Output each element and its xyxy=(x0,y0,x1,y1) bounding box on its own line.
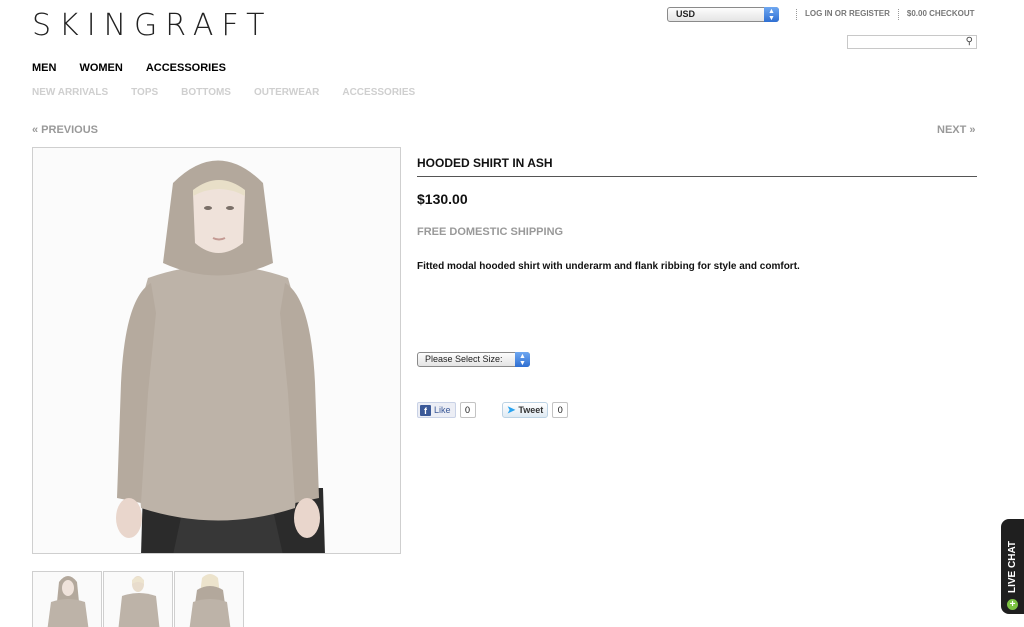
product-thumbnail[interactable] xyxy=(103,571,173,627)
like-label: Like xyxy=(434,405,451,415)
divider xyxy=(796,9,797,20)
currency-value: USD xyxy=(676,9,696,19)
twitter-bird-icon: ➤ xyxy=(507,404,516,416)
subnav-bottoms[interactable]: BOTTOMS xyxy=(181,87,231,98)
previous-product-link[interactable]: « PREVIOUS xyxy=(32,124,98,136)
live-chat-label: LIVE CHAT xyxy=(1007,540,1018,593)
currency-select[interactable]: USD ▲ ▼ xyxy=(667,7,779,22)
product-main-image[interactable] xyxy=(32,147,401,554)
divider xyxy=(897,9,899,20)
tweet-label: Tweet xyxy=(518,405,544,415)
next-product-link[interactable]: NEXT » xyxy=(937,124,976,136)
product-price: $130.00 xyxy=(417,191,468,207)
model-photo xyxy=(33,148,400,553)
facebook-like-button[interactable]: f Like xyxy=(417,402,456,418)
facebook-icon: f xyxy=(420,404,431,416)
subnav-new-arrivals[interactable]: NEW ARRIVALS xyxy=(32,87,108,98)
live-chat-tab[interactable]: LIVE CHAT + xyxy=(1001,519,1024,614)
nav-men[interactable]: MEN xyxy=(32,62,56,74)
product-thumbnail[interactable] xyxy=(174,571,244,627)
subnav-outerwear[interactable]: OUTERWEAR xyxy=(254,87,319,98)
thumbnail-photo xyxy=(47,576,89,627)
search-input[interactable]: ⚲ xyxy=(847,35,977,49)
nav-women[interactable]: WOMEN xyxy=(79,62,122,74)
account-links: LOG IN OR REGISTER $0.00 CHECKOUT xyxy=(788,9,974,20)
plus-icon: + xyxy=(1007,599,1018,610)
site-logo[interactable]: SKINGRAFT xyxy=(32,8,272,43)
facebook-like-widget: f Like 0 xyxy=(417,402,476,418)
size-select[interactable]: Please Select Size: ▲ ▼ xyxy=(417,352,530,367)
thumbnail-photo xyxy=(189,574,231,627)
nav-accessories[interactable]: ACCESSORIES xyxy=(146,62,226,74)
product-thumbnail[interactable] xyxy=(32,571,102,627)
thumbnail-strip xyxy=(32,571,244,627)
tweet-button[interactable]: ➤ Tweet xyxy=(502,402,549,418)
tweet-widget: ➤ Tweet 0 xyxy=(502,402,569,418)
main-nav: MEN WOMEN ACCESSORIES xyxy=(32,62,226,74)
select-arrows-icon: ▲ ▼ xyxy=(515,352,530,367)
tweet-count: 0 xyxy=(552,402,569,418)
sub-nav: NEW ARRIVALS TOPS BOTTOMS OUTERWEAR ACCE… xyxy=(32,87,415,98)
like-count: 0 xyxy=(459,402,476,418)
product-title: HOODED SHIRT IN ASH xyxy=(417,156,977,177)
product-description: Fitted modal hooded shirt with underarm … xyxy=(417,261,800,272)
subnav-tops[interactable]: TOPS xyxy=(131,87,158,98)
size-select-value: Please Select Size: xyxy=(425,354,503,364)
select-arrows-icon: ▲ ▼ xyxy=(764,7,779,22)
shipping-note: FREE DOMESTIC SHIPPING xyxy=(417,226,564,238)
login-register-link[interactable]: LOG IN OR REGISTER xyxy=(805,9,890,20)
thumbnail-photo xyxy=(118,576,160,627)
search-icon[interactable]: ⚲ xyxy=(966,36,973,48)
subnav-accessories[interactable]: ACCESSORIES xyxy=(342,87,415,98)
checkout-link[interactable]: $0.00 CHECKOUT xyxy=(907,9,975,20)
